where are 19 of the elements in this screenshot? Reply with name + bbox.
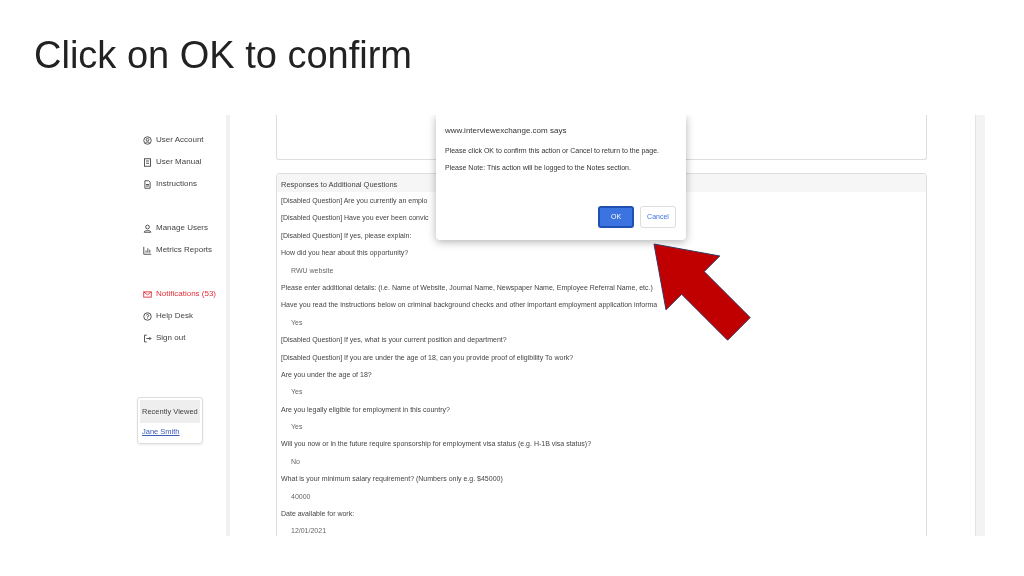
sidebar-item[interactable]: Manage Users: [135, 217, 226, 239]
sidebar-item[interactable]: Instructions: [135, 173, 226, 195]
sidebar-item[interactable]: User Manual: [135, 151, 226, 173]
dialog-title: www.interviewexchange.com says: [445, 125, 568, 137]
help-icon: [143, 311, 152, 321]
sidebar-item[interactable]: Notifications (53): [135, 283, 226, 305]
user-circle-icon: [143, 135, 152, 145]
sign-out-icon: [143, 333, 152, 343]
document-icon: [143, 179, 152, 189]
envelope-icon: [143, 289, 152, 299]
sidebar-item[interactable]: Sign out: [135, 327, 226, 349]
person-icon: [143, 223, 152, 233]
scrollbar[interactable]: [975, 115, 985, 536]
sidebar-item[interactable]: Help Desk: [135, 305, 226, 327]
bar-chart-icon: [143, 245, 152, 255]
sidebar-item[interactable]: Metrics Reports: [135, 239, 226, 261]
book-icon: [143, 157, 152, 167]
sidebar-item[interactable]: User Account: [135, 129, 226, 151]
slide-title: Click on OK to confirm: [33, 33, 413, 78]
